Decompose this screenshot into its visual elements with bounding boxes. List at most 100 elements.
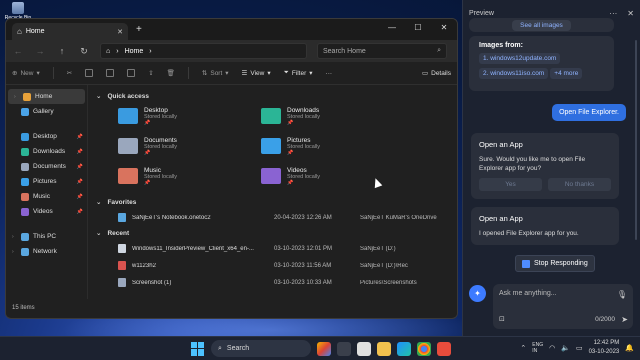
more-options-button[interactable]: ··· — [326, 70, 333, 77]
cut-button[interactable]: ✂ — [67, 69, 72, 77]
sidebar-item-this-pc[interactable]: › This PC — [6, 229, 87, 244]
volume-icon[interactable]: 🔈 — [561, 344, 570, 352]
pin-icon: 📌 — [76, 148, 83, 155]
file-row[interactable]: Screenshot (1) 03-10-2023 10:33 AM Picture… — [96, 274, 449, 291]
file-row[interactable]: SaNjEeT's Notebook.onetoc2 20-04-2023 12:… — [96, 209, 449, 226]
minimize-button[interactable]: — — [379, 19, 405, 40]
quick-access-header[interactable]: ⌄ Quick access — [96, 89, 449, 103]
pin-icon: 📌 — [76, 193, 83, 200]
recycle-bin-icon — [12, 2, 24, 14]
pin-icon: 📌 — [144, 179, 151, 186]
wifi-icon[interactable]: ◠ — [549, 344, 555, 352]
microphone-icon[interactable]: 🎙 — [617, 290, 627, 299]
back-button[interactable]: ← — [12, 46, 24, 56]
quick-access-item[interactable]: Music Stored locally 📌 — [118, 163, 261, 189]
breadcrumb[interactable]: Home — [125, 48, 144, 55]
image-input-icon[interactable]: ⊡ — [499, 315, 505, 323]
sidebar-item-network[interactable]: › Network — [6, 244, 87, 259]
navigation-bar: ← → ↑ ↻ ⌂ › Home › Search Home ⌕ — [6, 40, 457, 62]
file-location: SaNjEeT (D:)\Rec — [360, 262, 408, 269]
up-button[interactable]: ↑ — [56, 46, 68, 56]
no-thanks-button[interactable]: No thanks — [548, 178, 611, 191]
yes-button[interactable]: Yes — [479, 178, 542, 191]
sidebar-item-downloads[interactable]: Downloads 📌 — [6, 144, 87, 159]
file-name: Windows11_InsiderPreview_Client_x64_en-.… — [132, 245, 254, 252]
edge-icon[interactable] — [397, 341, 411, 356]
notepad-icon[interactable] — [357, 341, 371, 356]
close-tab-icon[interactable]: ✕ — [117, 28, 123, 36]
see-all-link[interactable]: See all images — [512, 19, 571, 31]
chat-input[interactable]: Ask me anything... 🎙 ⊡ 0/2000 ➤ — [493, 284, 633, 329]
new-topic-icon[interactable]: ✦ — [469, 285, 486, 302]
paste-button[interactable] — [106, 69, 115, 77]
start-button[interactable] — [191, 341, 205, 356]
stop-icon — [522, 259, 530, 268]
filter-button[interactable]: ⏷ Filter ▾ — [284, 69, 313, 77]
recent-header[interactable]: ⌄ Recent — [96, 226, 449, 240]
see-all-images[interactable]: See all images — [469, 18, 614, 32]
quick-access-item[interactable]: Pictures Stored locally 📌 — [261, 133, 404, 159]
folder-icon — [261, 168, 281, 184]
taskbar-search[interactable]: ⌕ Search — [211, 340, 311, 357]
view-button[interactable]: ☰ View ▾ — [242, 69, 271, 78]
more-options-icon[interactable]: ··· — [609, 9, 617, 18]
send-icon[interactable]: ➤ — [621, 315, 628, 324]
pictures-folder-icon — [21, 177, 29, 186]
source-link[interactable]: 2. windows11iso.com — [479, 68, 549, 79]
sidebar-item-music[interactable]: Music 📌 — [6, 189, 87, 204]
new-tab-button[interactable]: + — [136, 24, 142, 35]
title-bar[interactable]: ⌂ Home ✕ + — ☐ ✕ — [6, 19, 457, 40]
sidebar-item-label: Pictures — [33, 178, 57, 185]
chevron-up-icon[interactable]: ⌃ — [520, 344, 526, 352]
sidebar-item-pictures[interactable]: Pictures 📌 — [6, 174, 87, 189]
file-date: 03-10-2023 10:33 AM — [274, 279, 332, 286]
maximize-button[interactable]: ☐ — [405, 19, 431, 40]
share-button[interactable]: ⇪ — [148, 69, 153, 77]
stop-responding-button[interactable]: Stop Responding — [515, 255, 595, 272]
sort-button[interactable]: ⇅ Sort ▾ — [202, 69, 229, 78]
close-icon[interactable]: ✕ — [627, 9, 634, 18]
clock[interactable]: 12:42 PM 03-10-2023 — [589, 339, 620, 357]
more-sources-link[interactable]: +4 more — [550, 68, 583, 79]
file-row[interactable]: w1123h2 03-10-2023 11:56 AM SaNjEeT (D:)\R… — [96, 257, 449, 274]
snipping-tool-icon[interactable] — [437, 341, 451, 356]
favorites-header[interactable]: ⌄ Favorites — [96, 195, 449, 209]
quick-access-item[interactable]: Documents Stored locally 📌 — [118, 133, 261, 159]
copy-button[interactable] — [85, 69, 94, 77]
source-link[interactable]: 1. windows12update.com — [479, 53, 561, 64]
item-name: Pictures — [287, 136, 311, 144]
rename-button[interactable] — [127, 69, 136, 77]
file-name: SaNjEeT's Notebook.onetoc2 — [132, 214, 211, 221]
delete-button[interactable]: 🗑 — [167, 69, 175, 77]
quick-access-item[interactable]: Desktop Stored locally 📌 — [118, 103, 261, 129]
sidebar-item-home[interactable]: › Home — [8, 89, 85, 104]
forward-button[interactable]: → — [34, 46, 46, 56]
time: 12:42 PM — [593, 340, 620, 346]
search-input[interactable]: Search Home ⌕ — [317, 43, 447, 59]
sidebar-item-desktop[interactable]: Desktop 📌 — [6, 129, 87, 144]
tab-home[interactable]: ⌂ Home ✕ — [12, 23, 128, 40]
home-icon: ⌂ — [17, 27, 22, 36]
file-row[interactable]: Windows11_InsiderPreview_Client_x64_en-.… — [96, 240, 449, 257]
address-bar[interactable]: ⌂ › Home › — [100, 43, 307, 59]
close-window-button[interactable]: ✕ — [431, 19, 457, 40]
file-explorer-taskbar-icon[interactable] — [377, 341, 391, 356]
scrollbar[interactable] — [635, 40, 637, 240]
task-view-icon[interactable] — [337, 341, 351, 356]
new-button[interactable]: ⊕ New ▾ — [12, 69, 40, 78]
chevron-right-icon[interactable]: › — [12, 234, 17, 240]
item-status: Stored locally — [144, 173, 178, 180]
sidebar-item-videos[interactable]: Videos 📌 — [6, 204, 87, 219]
copilot-taskbar-icon[interactable] — [317, 341, 331, 356]
refresh-button[interactable]: ↻ — [78, 46, 90, 57]
sidebar-item-documents[interactable]: Documents 📌 — [6, 159, 87, 174]
language-indicator[interactable]: ENG IN — [532, 342, 543, 354]
notification-icon[interactable]: 🔔 — [625, 344, 634, 352]
battery-icon[interactable]: ▭ — [576, 344, 583, 352]
quick-access-item[interactable]: Downloads Stored locally 📌 — [261, 103, 404, 129]
chrome-icon[interactable] — [417, 341, 431, 356]
chevron-right-icon[interactable]: › — [12, 249, 17, 255]
file-name: w1123h2 — [132, 262, 156, 269]
sidebar-item-gallery[interactable]: Gallery — [6, 104, 87, 119]
details-button[interactable]: ▭ Details — [422, 69, 451, 78]
